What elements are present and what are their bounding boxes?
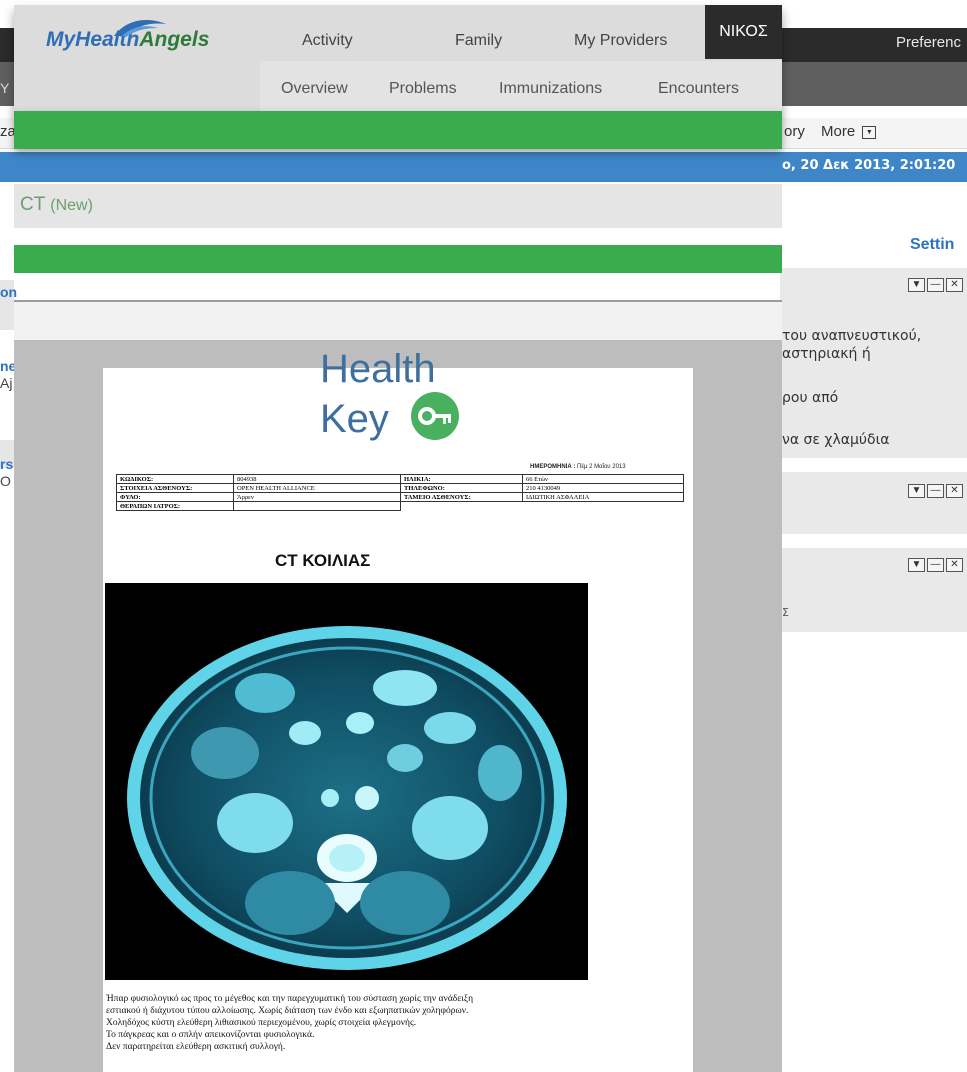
exam-title: CT ΚΟΙΛΙΑΣ	[275, 551, 371, 570]
table-cell: OPEN HEALTH ALLIANCE	[233, 483, 401, 493]
ct-scan-image	[105, 583, 588, 980]
right-widget-panel-2: ▼ — ✕	[780, 472, 967, 534]
background-subbar-fragment: Y	[0, 80, 10, 96]
green-section-bar	[14, 245, 782, 273]
left-fragment-3: Aj	[0, 375, 13, 391]
healthkey-brand-line2: Key	[320, 397, 389, 441]
right-widget-panel-3: ▼ — ✕	[780, 548, 967, 632]
chevron-down-box-icon: ▼	[862, 125, 877, 139]
collapse-icon[interactable]: ▼	[908, 558, 925, 572]
table-cell	[401, 502, 523, 511]
more-menu-button[interactable]: More ▼	[821, 123, 877, 140]
collapse-icon[interactable]: ▼	[908, 484, 925, 498]
preferences-link[interactable]: Preferenc	[896, 34, 961, 51]
key-icon	[411, 392, 459, 440]
table-cell: ΦΥΛΟ:	[116, 492, 234, 502]
menu-item-history[interactable]: ory	[784, 123, 805, 140]
table-row: ΣΤΟΙΧΕΙΑ ΑΣΘΕΝΟΥΣ: OPEN HEALTH ALLIANCE …	[116, 483, 684, 493]
table-cell	[233, 501, 401, 511]
green-banner	[14, 111, 782, 149]
table-cell: 210 4130049	[522, 483, 684, 493]
date-time-text: ο, 20 Δεκ 2013, 2:01:20	[782, 158, 956, 173]
close-icon[interactable]: ✕	[946, 558, 963, 572]
table-cell: ΚΩΔΙΚΟΣ:	[116, 474, 234, 484]
report-line: Το πάγκρεας και ο σπλήν απεικονίζονται φ…	[106, 1030, 315, 1040]
table-cell: 804938	[233, 474, 401, 484]
table-cell: ΙΔΙΩΤΙΚΗ ΑΣΦΑΛΕΙΑ	[522, 492, 684, 502]
panel-text-line: να σε χλαμύδια	[782, 432, 890, 448]
panel-controls: ▼ — ✕	[908, 484, 963, 498]
document-date: ΗΜΕΡΟΜΗΝΙΑ : Πέμ 2 Μαΐου 2013	[530, 464, 626, 470]
table-cell: ΤΗΛΕΦΩΝΟ:	[400, 483, 523, 493]
record-title-bar: CT (New)	[14, 184, 782, 228]
right-widget-panel-1: ▼ — ✕	[780, 268, 967, 458]
healthkey-brand-line1: Health	[320, 347, 436, 391]
record-status: (New)	[50, 197, 93, 214]
table-cell: 66 Ετών	[522, 474, 684, 484]
settings-link[interactable]: Settin	[910, 236, 954, 254]
more-menu-label: More	[821, 123, 856, 140]
table-row: ΘΕΡΑΠΩΝ ΙΑΤΡΟΣ:	[116, 501, 684, 511]
collapse-icon[interactable]: ▼	[908, 278, 925, 292]
nav-family[interactable]: Family	[455, 32, 502, 50]
left-fragment-1[interactable]: on	[0, 284, 17, 300]
date-label: ΗΜΕΡΟΜΗΝΙΑ :	[530, 464, 576, 470]
panel-controls: ▼ — ✕	[908, 278, 963, 292]
panel-text-line: Σ	[782, 606, 789, 619]
wing-logo-icon	[114, 20, 166, 36]
table-cell: ΘΕΡΑΠΩΝ ΙΑΤΡΟΣ:	[116, 501, 234, 511]
tab-encounters[interactable]: Encounters	[658, 80, 739, 98]
report-line: εστιακού ή διάχυτου τύπου αλλοίωσης. Χωρ…	[106, 1006, 469, 1016]
report-line: Χοληδόχος κύστη ελεύθερη λιθιασικού περι…	[106, 1018, 417, 1028]
minimize-icon[interactable]: —	[927, 558, 944, 572]
panel-text-line: αστηριακή ή	[782, 346, 871, 362]
document-toolbar	[14, 300, 782, 344]
record-title: CT	[20, 194, 45, 215]
table-cell: ΗΛΙΚΙΑ:	[400, 474, 523, 484]
report-line: Δεν παρατηρείται ελεύθερη ασκιτική συλλο…	[106, 1042, 286, 1052]
panel-text-line: του αναπνευστικού,	[782, 328, 922, 344]
tab-problems[interactable]: Problems	[389, 80, 457, 98]
panel-text-line: ρου από	[782, 390, 839, 406]
table-cell	[523, 502, 684, 511]
table-cell: ΤΑΜΕΙΟ ΑΣΘΕΝΟΥΣ:	[400, 492, 523, 502]
report-line: Ήπαρ φυσιολογικό ως προς το μέγεθος και …	[106, 994, 474, 1004]
nav-my-providers[interactable]: My Providers	[574, 32, 667, 50]
patient-info-table: ΚΩΔΙΚΟΣ: 804938 ΗΛΙΚΙΑ: 66 Ετών ΣΤΟΙΧΕΙΑ…	[116, 474, 684, 511]
date-value: Πέμ 2 Μαΐου 2013	[577, 464, 626, 470]
table-cell: Άρρεν	[233, 492, 401, 502]
minimize-icon[interactable]: —	[927, 484, 944, 498]
table-row: ΚΩΔΙΚΟΣ: 804938 ΗΛΙΚΙΑ: 66 Ετών	[116, 474, 684, 484]
table-cell: ΣΤΟΙΧΕΙΑ ΑΣΘΕΝΟΥΣ:	[116, 483, 234, 493]
tab-overview[interactable]: Overview	[281, 80, 348, 98]
nav-activity[interactable]: Activity	[302, 32, 353, 50]
report-text: Ήπαρ φυσιολογικό ως προς το μέγεθος και …	[106, 993, 694, 1053]
table-row: ΦΥΛΟ: Άρρεν ΤΑΜΕΙΟ ΑΣΘΕΝΟΥΣ: ΙΔΙΩΤΙΚΗ ΑΣ…	[116, 492, 684, 502]
panel-controls: ▼ — ✕	[908, 558, 963, 572]
user-menu[interactable]: ΝΙΚΟΣ	[705, 5, 782, 59]
minimize-icon[interactable]: —	[927, 278, 944, 292]
close-icon[interactable]: ✕	[946, 484, 963, 498]
left-fragment-5: O	[0, 473, 11, 489]
tab-immunizations[interactable]: Immunizations	[499, 80, 602, 98]
close-icon[interactable]: ✕	[946, 278, 963, 292]
left-fragment-4[interactable]: rs	[0, 456, 13, 472]
